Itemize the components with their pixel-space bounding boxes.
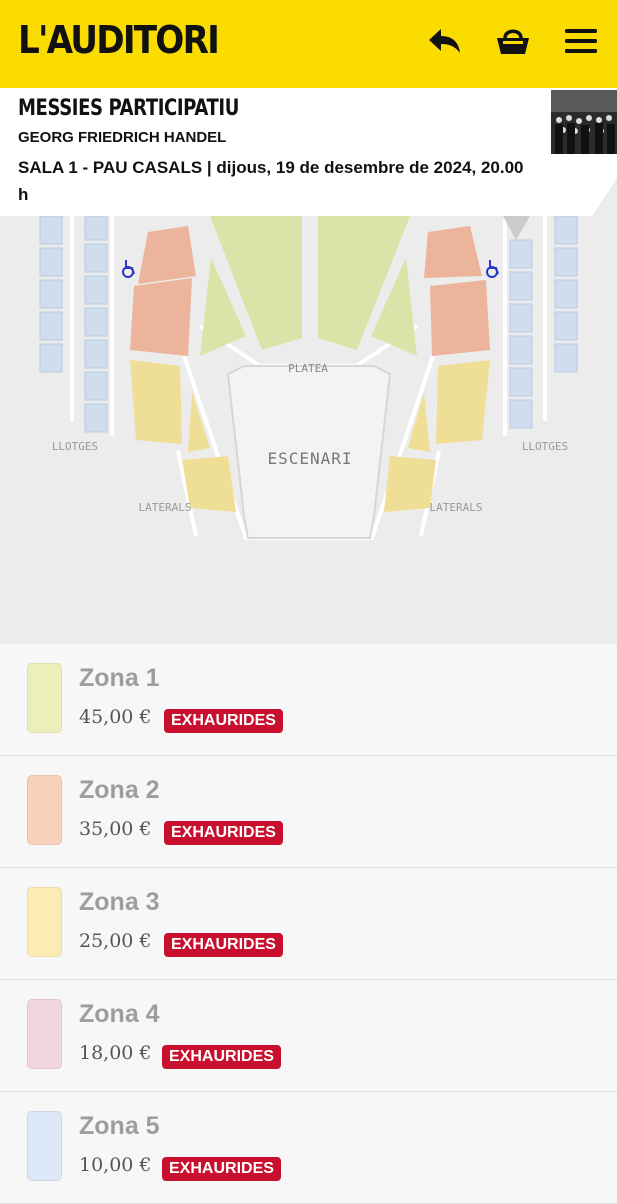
zone-color-swatch: [27, 999, 62, 1069]
zone-price: 18,00 €: [79, 1042, 152, 1064]
sold-out-badge: EXHAURIDES: [164, 709, 283, 733]
menu-button[interactable]: [556, 18, 606, 64]
zone-item[interactable]: Zona 1 45,00 € EXHAURIDES: [0, 644, 617, 756]
sold-out-badge: EXHAURIDES: [164, 933, 283, 957]
label-laterals-left: LATERALS: [139, 501, 192, 514]
event-venue-date: SALA 1 - PAU CASALS | dijous, 19 de dese…: [18, 158, 524, 204]
zone-item[interactable]: Zona 5 10,00 € EXHAURIDES: [0, 1092, 617, 1204]
label-laterals-right: LATERALS: [430, 501, 483, 514]
event-title: MESSIES PARTICIPATIU: [18, 96, 239, 121]
label-escenari: ESCENARI: [267, 449, 352, 468]
back-button[interactable]: [420, 18, 470, 64]
reply-arrow-icon: [429, 29, 460, 53]
zone-price: 25,00 €: [79, 930, 152, 952]
zone-name: Zona 3: [79, 888, 160, 916]
event-thumbnail[interactable]: [551, 90, 617, 154]
zone-price: 45,00 €: [79, 706, 152, 728]
zone-item[interactable]: Zona 3 25,00 € EXHAURIDES: [0, 868, 617, 980]
zone-item[interactable]: Zona 2 35,00 € EXHAURIDES: [0, 756, 617, 868]
zone-item[interactable]: Zona 4 18,00 € EXHAURIDES: [0, 980, 617, 1092]
label-platea: PLATEA: [288, 362, 328, 375]
zones-list: Zona 1 45,00 € EXHAURIDES Zona 2 35,00 €…: [0, 644, 617, 1204]
zone-price: 10,00 €: [79, 1154, 152, 1176]
sold-out-badge: EXHAURIDES: [164, 821, 283, 845]
basket-button[interactable]: [488, 18, 538, 64]
zone-price: 35,00 €: [79, 818, 152, 840]
zone-color-swatch: [27, 887, 62, 957]
basket-icon: [497, 29, 529, 54]
event-info: MESSIES PARTICIPATIU GEORG FRIEDRICH HAN…: [0, 88, 617, 216]
zone-name: Zona 2: [79, 776, 160, 804]
event-card: MESSIES PARTICIPATIU GEORG FRIEDRICH HAN…: [0, 88, 617, 216]
zone-color-swatch: [27, 663, 62, 733]
sold-out-badge: EXHAURIDES: [162, 1045, 281, 1069]
logo[interactable]: L'AUDITORI: [18, 14, 220, 66]
label-llotges-left: LLOTGES: [52, 440, 98, 453]
hamburger-menu-icon: [565, 29, 597, 53]
sold-out-badge: EXHAURIDES: [162, 1157, 281, 1181]
label-llotges-right: LLOTGES: [522, 440, 568, 453]
zone-name: Zona 1: [79, 664, 160, 692]
seat-map: PLATEA ESCENARI LLOTGES LLOTGES LATERALS…: [0, 215, 617, 644]
zone-name: Zona 4: [79, 1000, 160, 1028]
zone-color-swatch: [27, 1111, 62, 1181]
zone-color-swatch: [27, 775, 62, 845]
event-composer: GEORG FRIEDRICH HANDEL: [18, 129, 227, 146]
zone-name: Zona 5: [79, 1112, 160, 1140]
top-bar: L'AUDITORI: [0, 0, 617, 88]
